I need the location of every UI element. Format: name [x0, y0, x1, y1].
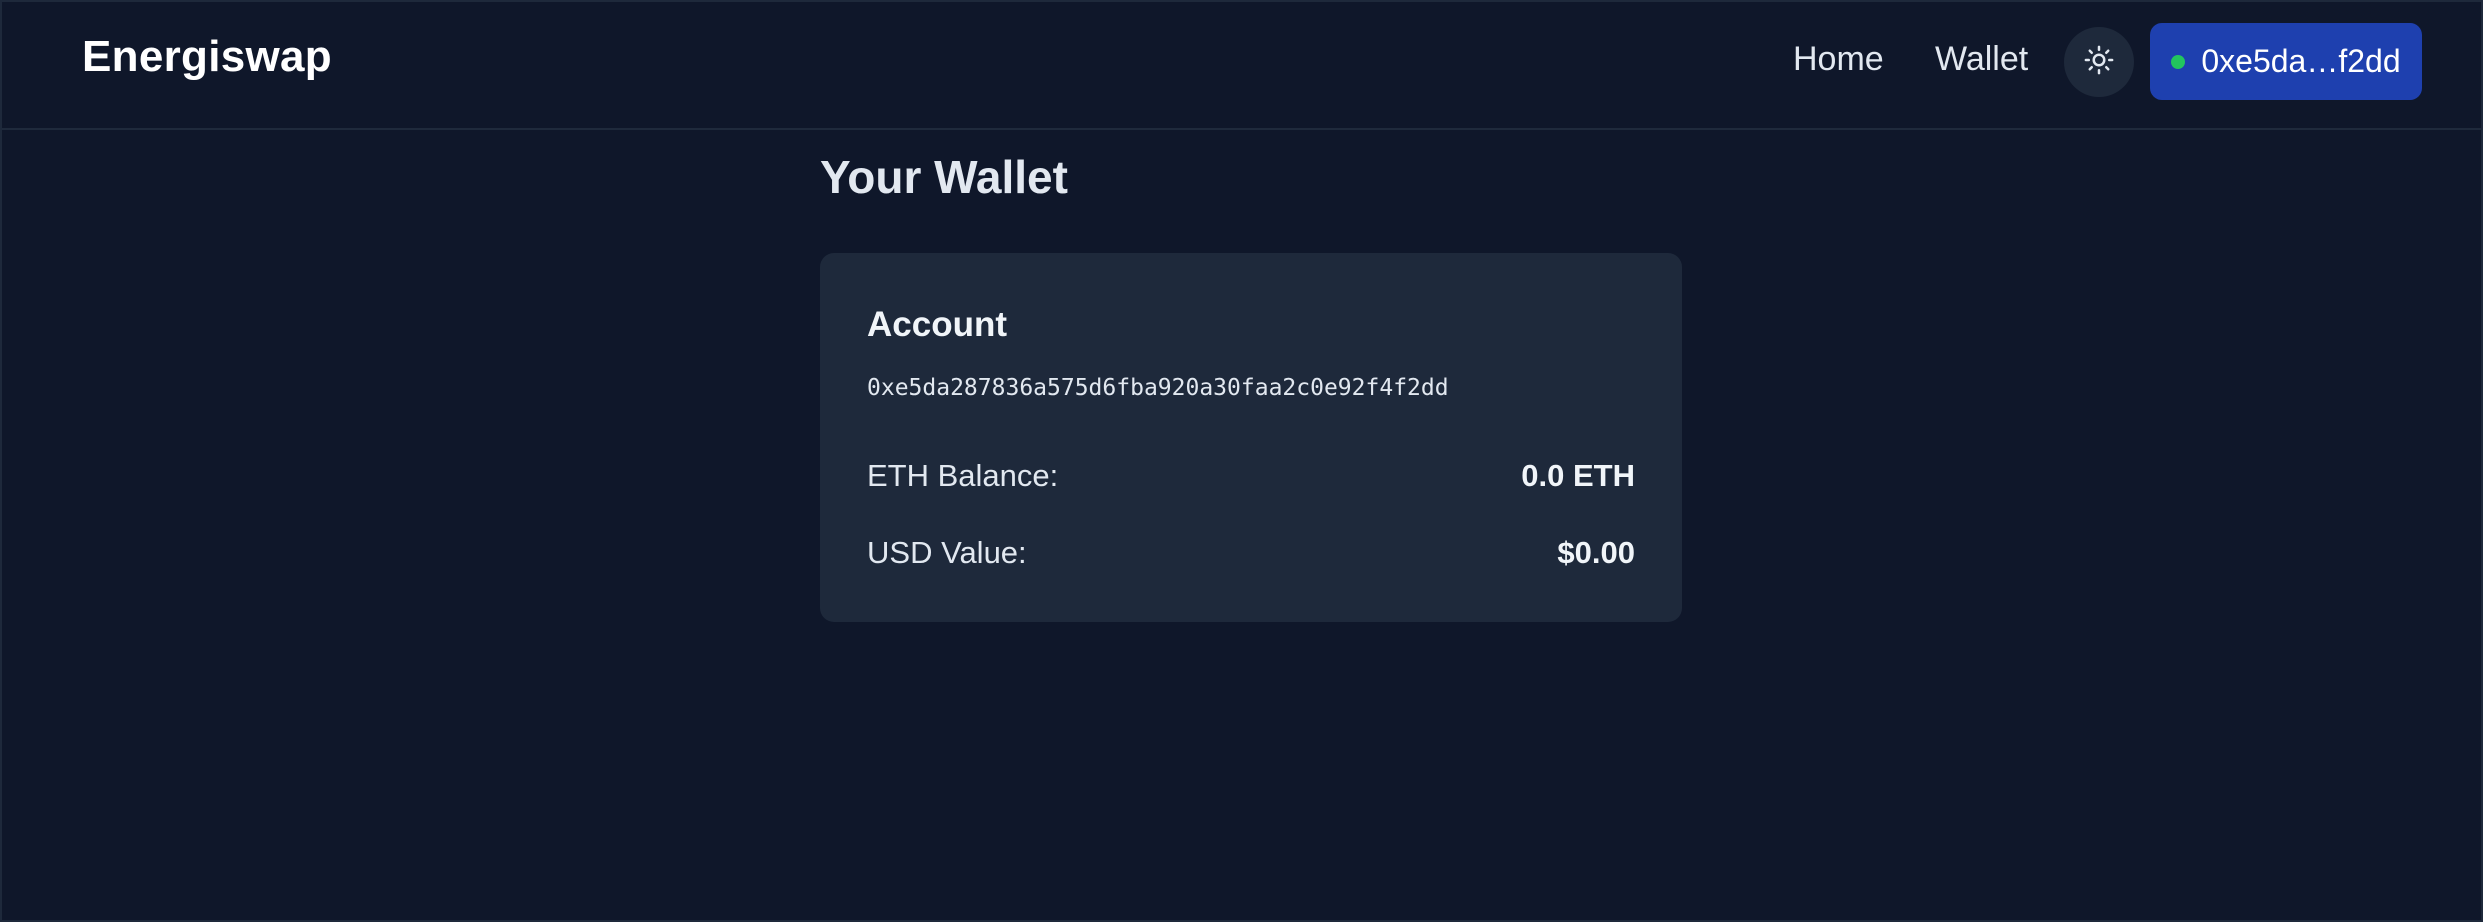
nav-wallet-link[interactable]: Wallet	[1935, 40, 2028, 79]
nav-home-link[interactable]: Home	[1793, 40, 1884, 79]
eth-balance-label: ETH Balance:	[867, 458, 1059, 493]
theme-toggle-button[interactable]	[2064, 27, 2134, 97]
connection-status-dot	[2171, 54, 2186, 69]
eth-balance-value: 0.0 ETH	[1521, 458, 1635, 493]
page-title: Your Wallet	[820, 151, 1068, 203]
account-card-title: Account	[867, 305, 1007, 344]
usd-value-label: USD Value:	[867, 535, 1027, 570]
account-card: Account 0xe5da287836a575d6fba920a30faa2c…	[820, 253, 1682, 622]
wallet-address-short: 0xe5da…f2dd	[2201, 43, 2401, 79]
usd-value-value: $0.00	[1557, 535, 1635, 570]
sun-icon	[2084, 45, 2114, 80]
brand-logo[interactable]: Energiswap	[82, 32, 332, 82]
account-address: 0xe5da287836a575d6fba920a30faa2c0e92f4f2…	[867, 375, 1449, 401]
connected-wallet-button[interactable]: 0xe5da…f2dd	[2150, 23, 2422, 100]
top-navbar: Energiswap Home Wallet 0xe5da…f2dd	[2, 2, 2481, 130]
